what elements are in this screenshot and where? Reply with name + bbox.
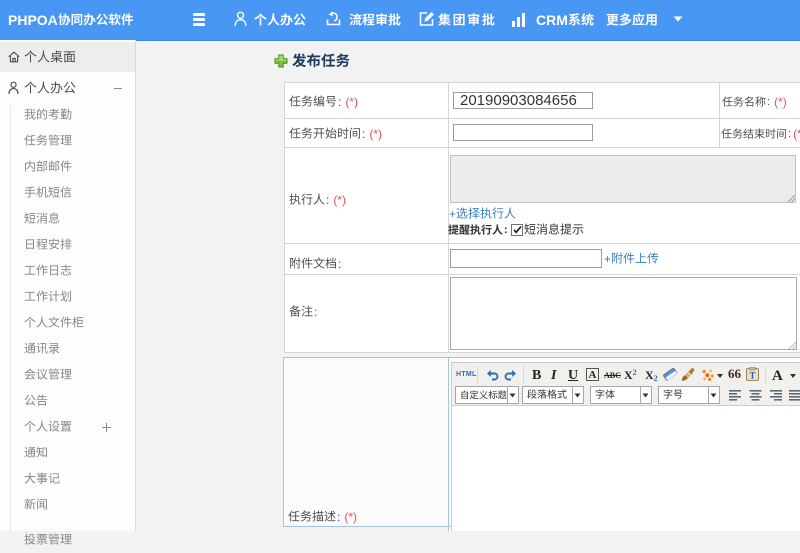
svg-text:T: T <box>749 371 755 381</box>
